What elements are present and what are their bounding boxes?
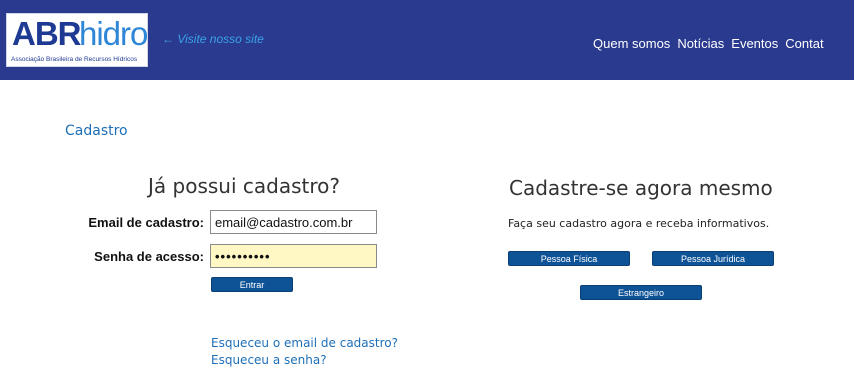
main-nav: Quem somos Notícias Eventos Contat	[593, 36, 824, 51]
logo-hidro-text: hidro	[79, 15, 148, 52]
pessoa-juridica-button[interactable]: Pessoa Jurídica	[652, 251, 774, 266]
nav-item-contato[interactable]: Contat	[785, 36, 823, 51]
logo-subtitle: Associação Brasileira de Recursos Hídric…	[11, 56, 138, 63]
password-field[interactable]	[210, 244, 377, 268]
password-label: Senha de acesso:	[94, 249, 204, 264]
pessoa-fisica-button[interactable]: Pessoa Física	[508, 251, 630, 266]
logo-abr-text: ABR	[12, 15, 81, 52]
estrangeiro-button[interactable]: Estrangeiro	[580, 285, 702, 300]
visit-site-link[interactable]: ← Visite nosso site	[162, 32, 264, 46]
register-heading: Cadastre-se agora mesmo	[509, 176, 773, 200]
forgot-password-link[interactable]: Esqueceu a senha?	[211, 353, 327, 367]
forgot-email-link[interactable]: Esqueceu o email de cadastro?	[211, 336, 398, 350]
email-label: Email de cadastro:	[88, 215, 204, 230]
breadcrumb: Cadastro	[65, 123, 128, 139]
nav-item-eventos[interactable]: Eventos	[731, 36, 778, 51]
site-header: ABR hidro Associação Brasileira de Recur…	[0, 0, 854, 80]
login-heading: Já possui cadastro?	[148, 174, 340, 198]
nav-item-quem-somos[interactable]: Quem somos	[593, 36, 670, 51]
register-description: Faça seu cadastro agora e receba informa…	[508, 217, 770, 230]
entrar-button[interactable]: Entrar	[211, 277, 293, 292]
email-field[interactable]	[210, 210, 377, 234]
abrhidro-logo[interactable]: ABR hidro Associação Brasileira de Recur…	[6, 13, 148, 67]
nav-item-noticias[interactable]: Notícias	[677, 36, 724, 51]
